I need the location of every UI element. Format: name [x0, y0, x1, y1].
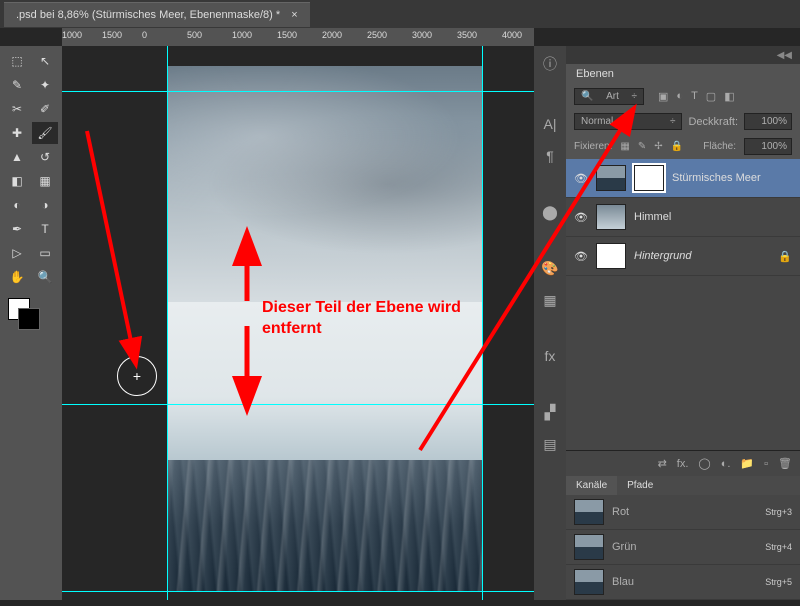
info-icon[interactable]: ⓘ — [538, 52, 562, 76]
channel-thumbnail — [574, 534, 604, 560]
channel-shortcut: Strg+3 — [765, 507, 792, 517]
filter-type-icon[interactable]: T — [691, 90, 698, 103]
link-layers-icon[interactable]: ⇄ — [658, 457, 667, 470]
group-icon[interactable]: 📁 — [740, 457, 754, 470]
channel-thumbnail — [574, 569, 604, 595]
history-brush-tool[interactable]: ↺ — [32, 146, 58, 168]
channels-list: Rot Strg+3 Grün Strg+4 Blau Strg+5 — [566, 495, 800, 600]
eyedropper-tool[interactable]: ✐ — [32, 98, 58, 120]
zoom-tool[interactable]: 🔍 — [32, 266, 58, 288]
filter-pixel-icon[interactable]: ▣ — [658, 90, 668, 103]
fx-icon[interactable]: fx. — [677, 458, 689, 470]
filter-shape-icon[interactable]: ▢ — [706, 90, 716, 103]
channel-shortcut: Strg+4 — [765, 542, 792, 552]
channel-thumbnail — [574, 499, 604, 525]
document-tab-title: .psd bei 8,86% (Stürmisches Meer, Ebenen… — [16, 9, 280, 21]
hand-tool[interactable]: ✋ — [4, 266, 30, 288]
add-mask-icon[interactable]: ◯ — [698, 457, 710, 470]
marquee-tool[interactable]: ↖ — [32, 50, 58, 72]
background-swatch[interactable] — [18, 308, 40, 330]
lock-position-icon[interactable]: ✢ — [654, 141, 662, 152]
dodge-tool[interactable]: ◑ — [32, 194, 58, 216]
lasso-tool[interactable]: ✎ — [4, 74, 30, 96]
eraser-tool[interactable]: ◧ — [4, 170, 30, 192]
stamp-tool[interactable]: ▲ — [4, 146, 30, 168]
delete-icon[interactable]: 🗑 — [778, 457, 792, 470]
channel-row[interactable]: Rot Strg+3 — [566, 495, 800, 530]
panel-topbar: ◀◀ — [566, 46, 800, 64]
channel-name: Grün — [612, 541, 636, 553]
fill-input[interactable]: 100% — [744, 138, 792, 155]
channel-shortcut: Strg+5 — [765, 577, 792, 587]
lock-all-icon[interactable]: 🔒 — [671, 141, 683, 152]
opacity-label: Deckkraft: — [688, 116, 738, 128]
gradient-tool[interactable]: ▦ — [32, 170, 58, 192]
layer-name[interactable]: Hintergrund — [634, 250, 691, 262]
new-layer-icon[interactable]: ▫ — [764, 458, 768, 470]
toolbox: ⬚ ↖ ✎ ✦ ✂ ✐ ✚ 🖌 ▲ ↺ ◧ ▦ ◐ ◑ ✒ T ▷ ▭ ✋ 🔍 — [0, 46, 62, 600]
arrow-to-mask-icon — [420, 124, 624, 450]
filter-smart-icon[interactable]: ◧ — [724, 90, 734, 103]
crop-tool[interactable]: ✂ — [4, 98, 30, 120]
lock-icon[interactable]: 🔒 — [778, 250, 792, 263]
close-icon[interactable]: × — [291, 9, 297, 21]
fill-label: Fläche: — [703, 141, 736, 152]
channel-name: Rot — [612, 506, 629, 518]
move-tool[interactable]: ⬚ — [4, 50, 30, 72]
shape-tool[interactable]: ▭ — [32, 242, 58, 264]
filter-adjust-icon[interactable]: ◐ — [676, 90, 683, 103]
adjustment-icon[interactable]: ◐. — [721, 458, 731, 470]
arrow-annotation-icon — [87, 131, 132, 346]
color-swatches[interactable] — [4, 298, 58, 338]
type-tool[interactable]: T — [32, 218, 58, 240]
opacity-input[interactable]: 100% — [744, 113, 792, 130]
channel-name: Blau — [612, 576, 634, 588]
ruler-horizontal[interactable]: 1000 1500 0 500 1000 1500 2000 2500 3000… — [62, 28, 534, 46]
collapse-icon[interactable]: ◀◀ — [777, 50, 792, 61]
document-tab-bar: .psd bei 8,86% (Stürmisches Meer, Ebenen… — [0, 0, 800, 28]
layer-name[interactable]: Stürmisches Meer — [672, 172, 761, 184]
channel-row[interactable]: Grün Strg+4 — [566, 530, 800, 565]
wand-tool[interactable]: ✦ — [32, 74, 58, 96]
pen-tool[interactable]: ✒ — [4, 218, 30, 240]
document-tab[interactable]: .psd bei 8,86% (Stürmisches Meer, Ebenen… — [4, 2, 310, 27]
path-select-tool[interactable]: ▷ — [4, 242, 30, 264]
brush-tool[interactable]: 🖌 — [32, 122, 58, 144]
blur-tool[interactable]: ◐ — [4, 194, 30, 216]
heal-tool[interactable]: ✚ — [4, 122, 30, 144]
channel-row[interactable]: Blau Strg+5 — [566, 565, 800, 600]
